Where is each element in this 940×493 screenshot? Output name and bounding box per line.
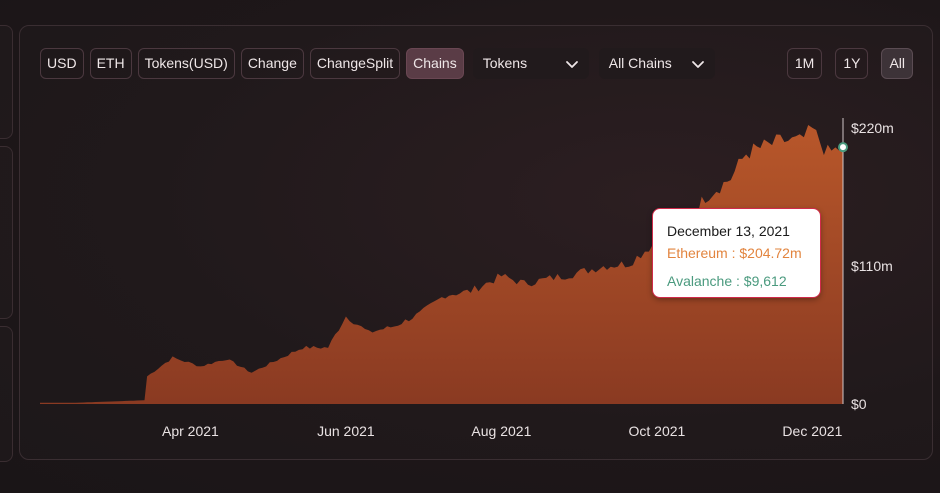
x-tick-label: Oct 2021: [628, 423, 685, 439]
x-tick-label: Dec 2021: [782, 423, 842, 439]
chart-tooltip: December 13, 2021 Ethereum : $204.72m Av…: [652, 208, 821, 298]
hover-point-marker: [838, 142, 848, 153]
tooltip-date: December 13, 2021: [667, 223, 790, 239]
tooltip-ethereum-value: Ethereum : $204.72m: [667, 245, 802, 261]
y-tick-label: $0: [851, 396, 867, 412]
x-tick-label: Aug 2021: [471, 423, 531, 439]
y-tick-label: $110m: [851, 258, 893, 274]
tooltip-avalanche-value: Avalanche : $9,612: [667, 273, 787, 289]
x-tick-label: Apr 2021: [162, 423, 219, 439]
x-tick-label: Jun 2021: [317, 423, 375, 439]
y-tick-label: $220m: [851, 120, 894, 136]
